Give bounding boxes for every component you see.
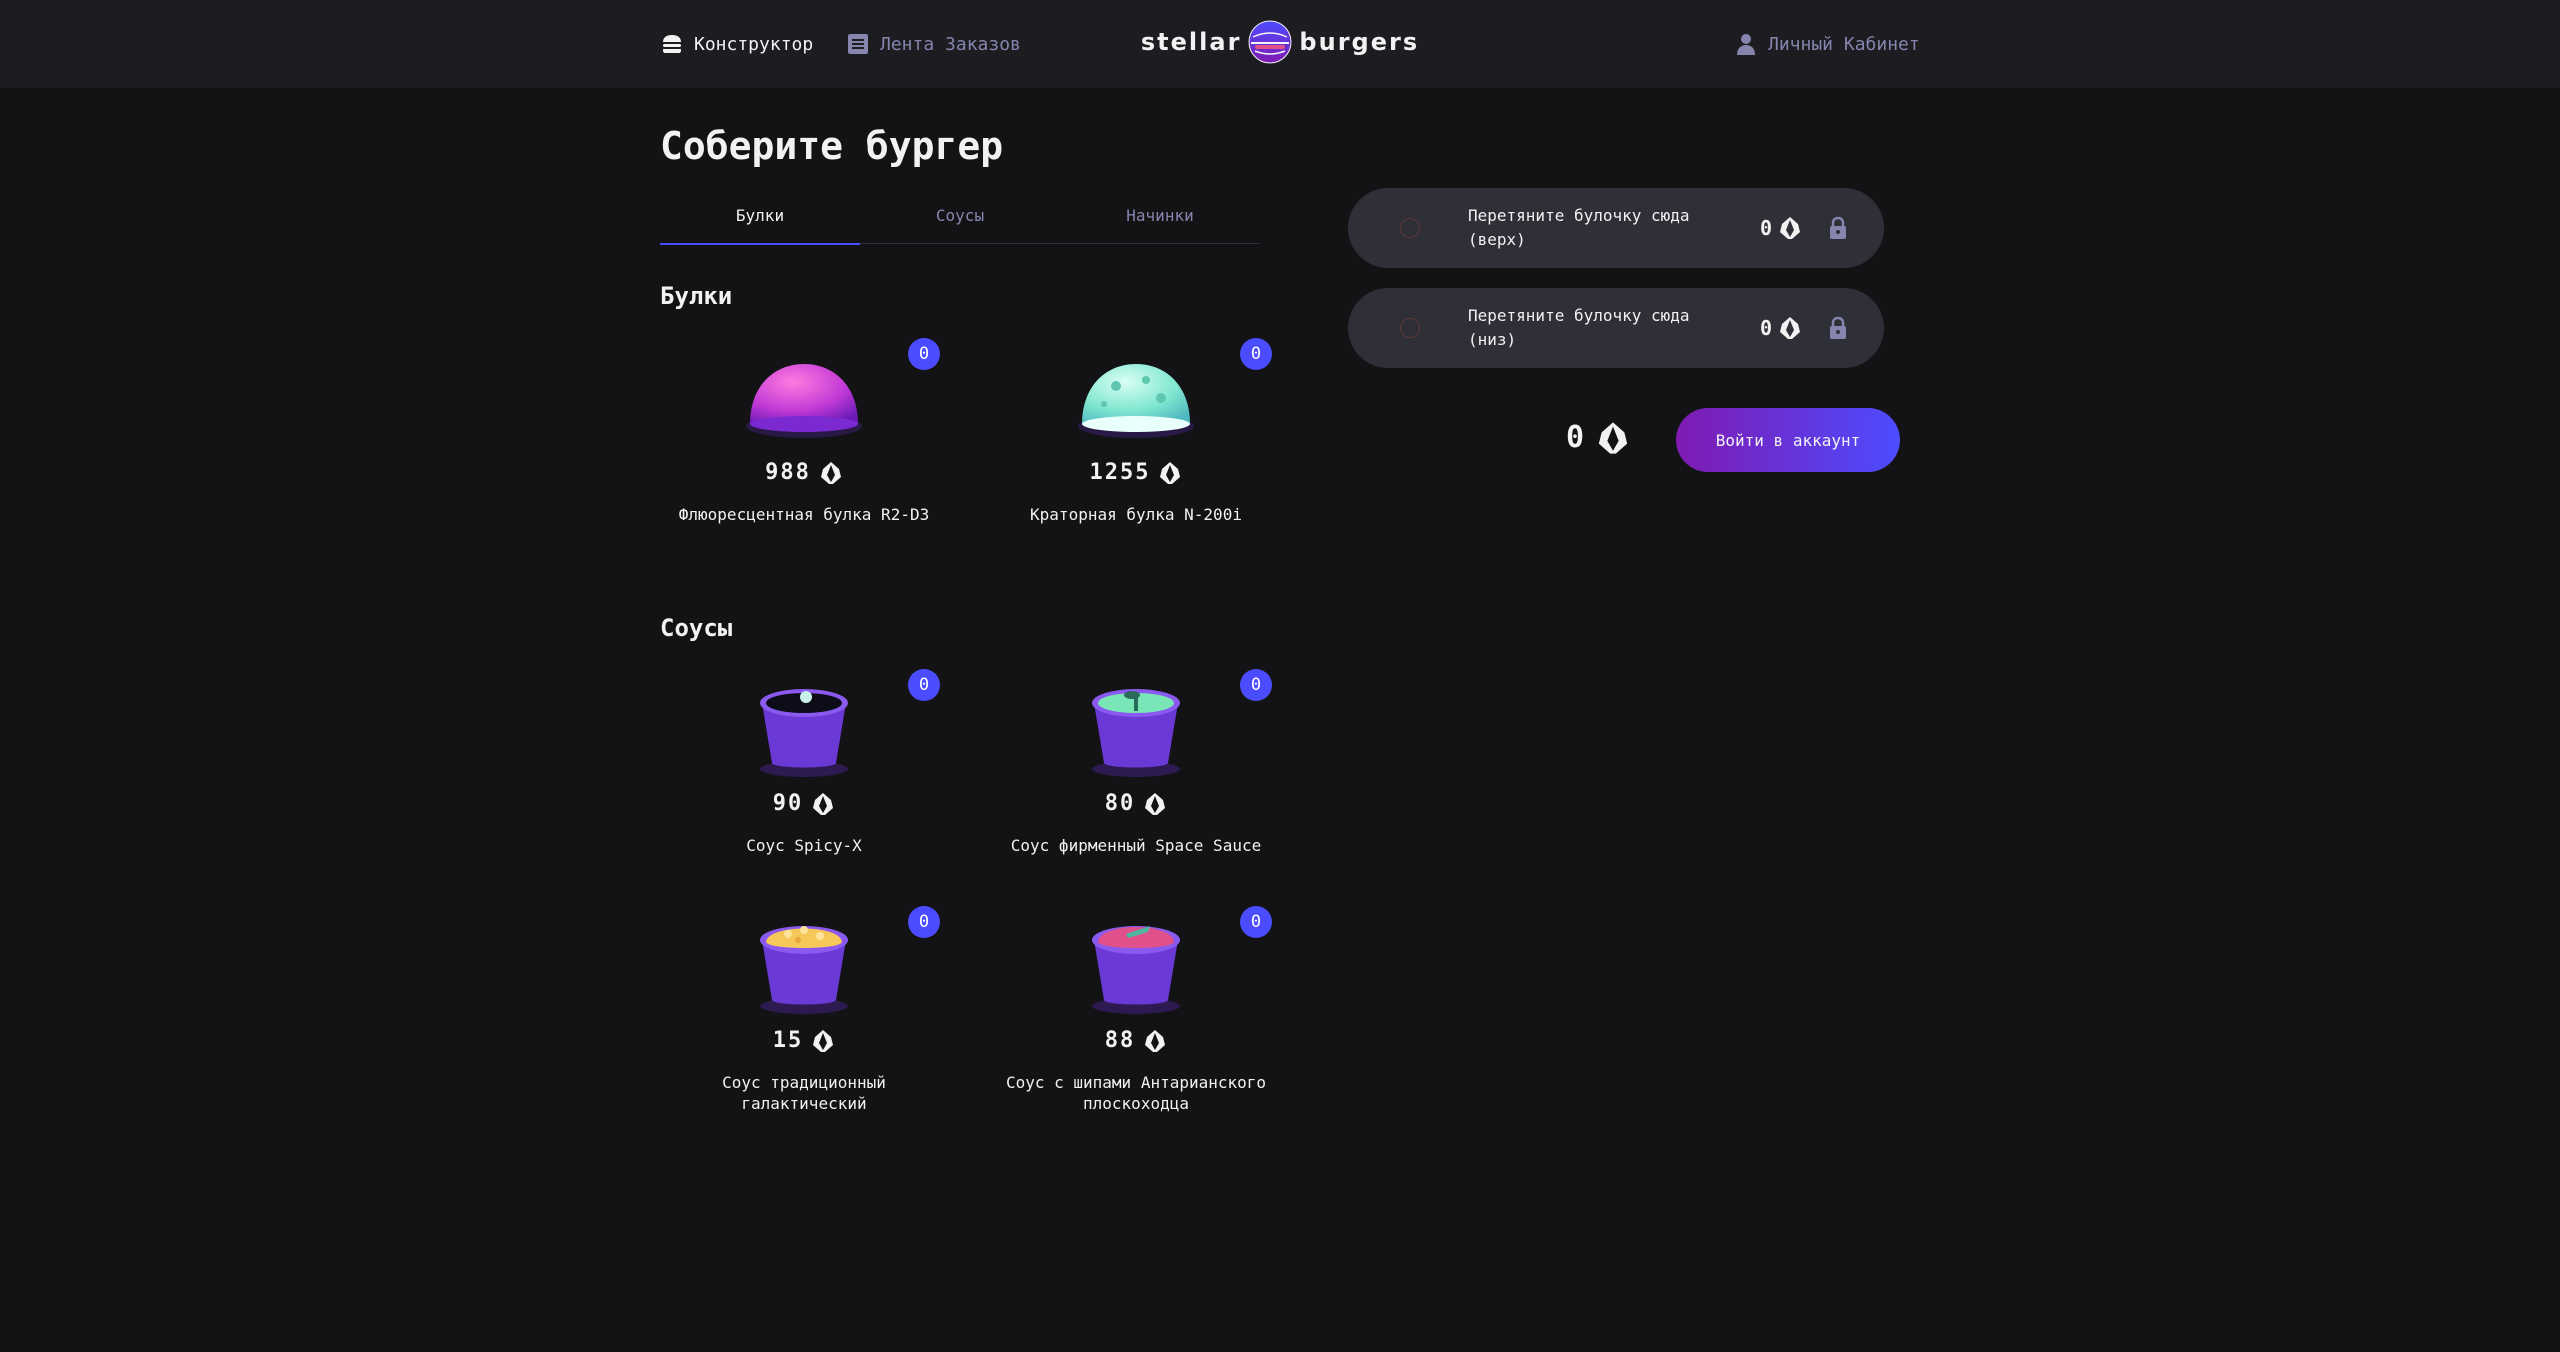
ingredient-name: Краторная булка N-200i — [1030, 505, 1242, 524]
login-button[interactable]: Войти в аккаунт — [1676, 408, 1900, 472]
crater-bun-image — [1078, 364, 1194, 438]
bun-drop-zone-bottom[interactable]: Перетяните булочку сюда (низ) 0 — [1348, 288, 1884, 368]
ingredient-name: Соус фирменный Space Sauce — [1010, 836, 1262, 855]
ingredient-name: Флюоресцентная булка R2-D3 — [678, 505, 930, 524]
logo-text-left: stellar — [1140, 28, 1242, 56]
ingredient-counter: 0 — [1240, 906, 1272, 938]
lock-icon — [1830, 316, 1846, 339]
price-value: 80 — [1104, 791, 1136, 816]
page-title: Соберите бургер — [660, 124, 1004, 168]
logo[interactable]: stellar burgers — [1134, 18, 1426, 66]
currency-icon — [1598, 421, 1628, 454]
nav-feed-label: Лента Заказов — [880, 33, 1021, 55]
currency-icon — [813, 792, 834, 815]
sauce-pink-image — [1092, 926, 1180, 1014]
sauce-yellow-image — [760, 926, 848, 1014]
ingredient-tabs: Булки Соусы Начинки — [660, 200, 1260, 245]
sauce-dark-image — [760, 689, 848, 777]
nav-feed[interactable]: Лента Заказов — [846, 30, 1021, 58]
price-value: 1255 — [1089, 460, 1151, 485]
price-value: 88 — [1104, 1028, 1136, 1053]
ingredient-price: 80 — [1000, 791, 1272, 816]
ingredient-card-antarian-sauce[interactable]: 0 88 Соус с шипами Антарианского плоскох… — [1000, 906, 1272, 1114]
currency-icon — [1780, 217, 1801, 239]
price-value: 90 — [772, 791, 804, 816]
order-total: 0 — [1566, 420, 1630, 455]
nav-constructor-label: Конструктор — [694, 33, 814, 55]
ingredient-counter: 0 — [1240, 338, 1272, 370]
ingredient-price: 15 — [668, 1028, 940, 1053]
slot-price-value: 0 — [1760, 316, 1773, 340]
section-title-buns: Булки — [660, 282, 733, 310]
currency-icon — [1145, 792, 1166, 815]
slot-price: 0 — [1760, 216, 1802, 240]
ingredient-counter: 0 — [1240, 669, 1272, 701]
nav-constructor[interactable]: Конструктор — [660, 30, 813, 58]
app-header: Конструктор Лента Заказов stellar burger… — [0, 0, 2560, 88]
ingredient-name: Соус Spicy-X — [746, 836, 862, 855]
total-value: 0 — [1566, 420, 1585, 455]
ingredient-card-crater-bun[interactable]: 0 1255 Краторная булка N-200i — [1000, 338, 1272, 546]
slot-price-value: 0 — [1760, 216, 1773, 240]
ingredient-counter: 0 — [908, 906, 940, 938]
price-value: 15 — [772, 1028, 804, 1053]
currency-icon — [1160, 461, 1181, 484]
ingredient-price: 90 — [668, 791, 940, 816]
ingredient-card-galactic-sauce[interactable]: 0 15 Соус традиционный галактический — [668, 906, 940, 1114]
currency-icon — [1145, 1029, 1166, 1052]
ingredient-card-space-sauce[interactable]: 0 80 Соус фирменный Space Sauce — [1000, 669, 1272, 877]
tab-buns[interactable]: Булки — [660, 200, 860, 245]
ingredient-price: 988 — [668, 460, 940, 485]
ingredient-counter: 0 — [908, 338, 940, 370]
sauce-green-image — [1092, 689, 1180, 777]
nav-account[interactable]: Личный Кабинет — [1734, 30, 1920, 58]
currency-icon — [813, 1029, 834, 1052]
list-icon — [848, 34, 868, 54]
slot-price: 0 — [1760, 316, 1802, 340]
drop-zone-hint: Перетяните булочку сюда (низ) — [1468, 306, 1690, 349]
drag-indicator — [1400, 218, 1420, 238]
nav-account-label: Личный Кабинет — [1768, 33, 1920, 55]
tab-fillings[interactable]: Начинки — [1060, 200, 1260, 244]
burger-icon — [663, 35, 681, 53]
ingredient-name: Соус традиционный галактический — [722, 1073, 886, 1113]
planet-logo-icon — [1248, 20, 1292, 64]
logo-text-right: burgers — [1299, 28, 1420, 56]
ingredient-counter: 0 — [908, 669, 940, 701]
drag-indicator — [1400, 318, 1420, 338]
currency-icon — [820, 461, 841, 484]
lock-icon — [1830, 216, 1846, 239]
ingredient-card-fluorescent-bun[interactable]: 0 988 Флюоресцентная булка R2-D3 — [668, 338, 940, 546]
ingredient-name: Соус с шипами Антарианского плоскоходца — [1005, 1073, 1267, 1113]
ingredient-price: 1255 — [1000, 460, 1272, 485]
ingredient-card-spicy-x[interactable]: 0 90 Соус Spicy-X — [668, 669, 940, 877]
ingredient-price: 88 — [1000, 1028, 1272, 1053]
section-title-sauces: Соусы — [660, 614, 733, 642]
tab-sauces[interactable]: Соусы — [860, 200, 1060, 244]
price-value: 988 — [765, 460, 811, 485]
bun-drop-zone-top[interactable]: Перетяните булочку сюда (верх) 0 — [1348, 188, 1884, 268]
profile-icon — [1737, 34, 1755, 55]
currency-icon — [1780, 317, 1801, 339]
purple-bun-image — [746, 364, 862, 438]
drop-zone-hint: Перетяните булочку сюда (верх) — [1468, 206, 1690, 249]
